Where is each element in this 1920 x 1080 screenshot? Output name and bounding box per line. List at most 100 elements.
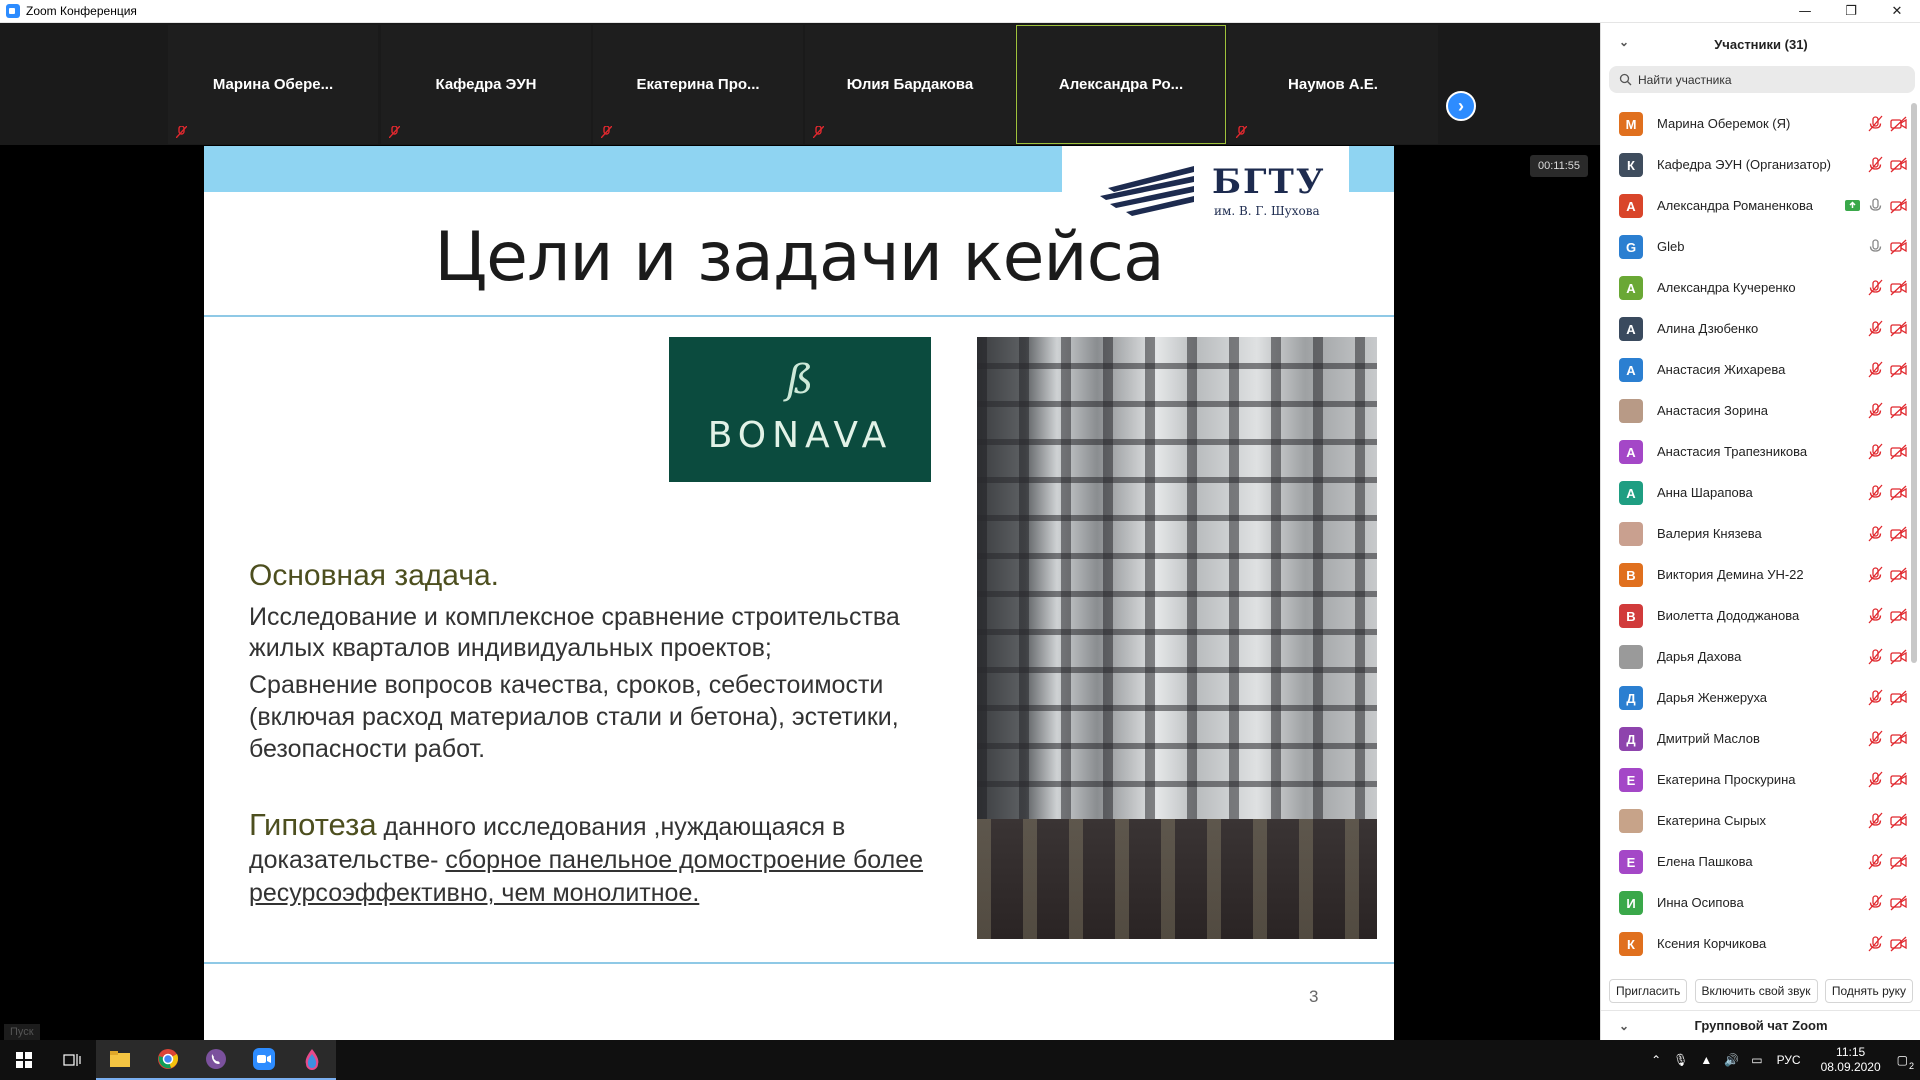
participant-row[interactable]: А Анна Шарапова xyxy=(1601,472,1915,513)
raise-hand-button[interactable]: Поднять руку xyxy=(1824,979,1913,1003)
participant-row[interactable]: М Марина Оберемок (Я) xyxy=(1601,103,1915,144)
muted-mic-icon[interactable] xyxy=(1867,607,1884,624)
muted-mic-icon[interactable] xyxy=(1867,443,1884,460)
search-input[interactable] xyxy=(1638,72,1898,87)
muted-mic-icon[interactable] xyxy=(1867,361,1884,378)
chrome-button[interactable] xyxy=(144,1040,192,1080)
muted-mic-icon[interactable] xyxy=(1867,730,1884,747)
participant-row[interactable]: А Алина Дзюбенко xyxy=(1601,308,1915,349)
video-off-icon[interactable] xyxy=(1890,771,1907,788)
video-off-icon[interactable] xyxy=(1890,361,1907,378)
unmute-self-button[interactable]: Включить свой звук xyxy=(1694,979,1818,1003)
video-off-icon[interactable] xyxy=(1890,279,1907,296)
muted-mic-icon[interactable] xyxy=(1867,689,1884,706)
muted-mic-icon[interactable] xyxy=(1867,115,1884,132)
video-tile[interactable]: Кафедра ЭУН xyxy=(381,25,591,144)
security-tray-icon[interactable]: ▲ xyxy=(1700,1053,1712,1067)
network-icon[interactable]: ▭ xyxy=(1751,1053,1762,1067)
muted-mic-icon[interactable] xyxy=(1867,894,1884,911)
group-chat-header[interactable]: ⌄ Групповой чат Zoom xyxy=(1601,1010,1920,1040)
tray-expand-icon[interactable]: ⌃ xyxy=(1651,1053,1661,1067)
mic-icon[interactable] xyxy=(1867,197,1884,214)
video-off-icon[interactable] xyxy=(1890,894,1907,911)
participant-row[interactable]: А Анастасия Жихарева xyxy=(1601,349,1915,390)
video-off-icon[interactable] xyxy=(1890,402,1907,419)
viber-button[interactable] xyxy=(192,1040,240,1080)
participant-row[interactable]: Дарья Дахова xyxy=(1601,636,1915,677)
collapse-chevron-icon[interactable]: ⌄ xyxy=(1619,1019,1629,1033)
bgtu-logo-subtitle: им. В. Г. Шухова xyxy=(1214,204,1320,218)
participant-row[interactable]: Анастасия Зорина xyxy=(1601,390,1915,431)
invite-button[interactable]: Пригласить xyxy=(1609,979,1688,1003)
collapse-chevron-icon[interactable]: ⌄ xyxy=(1619,35,1629,49)
participants-scrollbar[interactable] xyxy=(1911,103,1917,663)
muted-mic-icon[interactable] xyxy=(1867,320,1884,337)
participant-row[interactable]: Д Дарья Женжеруха xyxy=(1601,677,1915,718)
minimize-button[interactable]: — xyxy=(1782,0,1828,23)
file-explorer-button[interactable] xyxy=(96,1040,144,1080)
video-off-icon[interactable] xyxy=(1890,320,1907,337)
video-tile[interactable]: Юлия Бардакова xyxy=(805,25,1015,144)
participant-row[interactable]: Е Елена Пашкова xyxy=(1601,841,1915,882)
muted-mic-icon[interactable] xyxy=(1867,771,1884,788)
next-page-button[interactable]: › xyxy=(1446,91,1476,121)
mic-icon[interactable] xyxy=(1867,238,1884,255)
video-off-icon[interactable] xyxy=(1890,238,1907,255)
muted-mic-icon[interactable] xyxy=(1867,566,1884,583)
video-off-icon[interactable] xyxy=(1890,156,1907,173)
video-off-icon[interactable] xyxy=(1890,730,1907,747)
notification-icon: ▢ xyxy=(1896,1053,1908,1067)
video-off-icon[interactable] xyxy=(1890,197,1907,214)
zoom-taskbar-button[interactable] xyxy=(240,1040,288,1080)
notifications-button[interactable]: ▢ 2 xyxy=(1896,1053,1914,1071)
video-off-icon[interactable] xyxy=(1890,566,1907,583)
participant-row[interactable]: Екатерина Сырых xyxy=(1601,800,1915,841)
clock[interactable]: 11:15 08.09.2020 xyxy=(1821,1045,1881,1075)
video-tile[interactable]: Марина Обере... xyxy=(168,25,378,144)
video-off-icon[interactable] xyxy=(1890,484,1907,501)
participant-row[interactable]: А Александра Романенкова xyxy=(1601,185,1915,226)
video-off-icon[interactable] xyxy=(1890,525,1907,542)
participant-row[interactable]: Е Екатерина Проскурина xyxy=(1601,759,1915,800)
muted-mic-icon[interactable] xyxy=(1867,853,1884,870)
muted-mic-icon[interactable] xyxy=(1867,648,1884,665)
video-off-icon[interactable] xyxy=(1890,648,1907,665)
participant-row[interactable]: К Кафедра ЭУН (Организатор) xyxy=(1601,144,1915,185)
participant-row[interactable]: К Ксения Корчикова xyxy=(1601,923,1915,964)
windows-start-button[interactable] xyxy=(0,1040,48,1080)
task-heading: Основная задача. xyxy=(249,559,499,592)
participant-row[interactable]: В Виолетта Дододжанова xyxy=(1601,595,1915,636)
participant-row[interactable]: Валерия Князева xyxy=(1601,513,1915,554)
muted-mic-icon[interactable] xyxy=(1867,484,1884,501)
video-off-icon[interactable] xyxy=(1890,689,1907,706)
restore-button[interactable]: ❐ xyxy=(1828,0,1874,23)
participant-row[interactable]: G Gleb xyxy=(1601,226,1915,267)
video-off-icon[interactable] xyxy=(1890,853,1907,870)
muted-mic-icon[interactable] xyxy=(1867,156,1884,173)
muted-mic-icon[interactable] xyxy=(1867,402,1884,419)
video-off-icon[interactable] xyxy=(1890,935,1907,952)
participant-row[interactable]: А Александра Кучеренко xyxy=(1601,267,1915,308)
volume-icon[interactable]: 🔊 xyxy=(1724,1053,1739,1067)
clock-time: 11:15 xyxy=(1836,1045,1866,1059)
video-off-icon[interactable] xyxy=(1890,607,1907,624)
video-off-icon[interactable] xyxy=(1890,443,1907,460)
microphone-tray-icon[interactable]: 🎙 xyxy=(1673,1053,1688,1067)
muted-mic-icon[interactable] xyxy=(1867,935,1884,952)
video-tile[interactable]: Екатерина Про... xyxy=(593,25,803,144)
video-tile-active-speaker[interactable]: Александра Ро... xyxy=(1016,25,1226,144)
muted-mic-icon[interactable] xyxy=(1867,812,1884,829)
participant-row[interactable]: В Виктория Демина УН-22 xyxy=(1601,554,1915,595)
participant-row[interactable]: И Инна Осипова xyxy=(1601,882,1915,923)
language-indicator[interactable]: РУС xyxy=(1777,1053,1801,1067)
participant-row[interactable]: Д Дмитрий Маслов xyxy=(1601,718,1915,759)
video-tile[interactable]: Наумов А.Е. xyxy=(1228,25,1438,144)
task-view-button[interactable] xyxy=(48,1040,96,1080)
muted-mic-icon[interactable] xyxy=(1867,279,1884,296)
video-off-icon[interactable] xyxy=(1890,812,1907,829)
participant-row[interactable]: А Анастасия Трапезникова xyxy=(1601,431,1915,472)
close-button[interactable]: ✕ xyxy=(1874,0,1920,23)
video-off-icon[interactable] xyxy=(1890,115,1907,132)
muted-mic-icon[interactable] xyxy=(1867,525,1884,542)
paint-app-button[interactable] xyxy=(288,1040,336,1080)
